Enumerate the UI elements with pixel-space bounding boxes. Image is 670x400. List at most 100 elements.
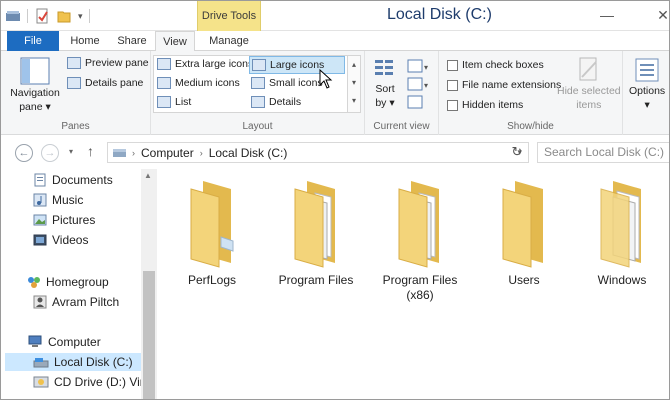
title-bar: ▾ Drive Tools Local Disk (C:) — ✕ (1, 1, 669, 31)
hide-selected-items-button[interactable]: Hide selected items (557, 57, 621, 111)
svg-text:▾: ▾ (424, 81, 428, 90)
navigation-pane-icon (20, 57, 50, 85)
address-row: ← → ▾ ↑ › Computer › Local Disk (C:) ▾ ↻… (1, 137, 669, 169)
properties-icon[interactable] (34, 8, 50, 24)
small-icons-option[interactable]: Small icons (251, 77, 323, 89)
nav-item-cd-drive[interactable]: CD Drive (D:) Virtu (33, 373, 154, 391)
item-check-boxes-option[interactable]: Item check boxes (447, 59, 544, 71)
folder-icon (190, 181, 234, 268)
hidden-items-checkbox[interactable] (447, 99, 458, 111)
size-columns-icon[interactable] (407, 95, 429, 109)
folder-item[interactable]: PerfLogs (164, 177, 260, 288)
tab-file[interactable]: File (7, 31, 59, 51)
close-button[interactable]: ✕ (655, 7, 669, 23)
tab-share[interactable]: Share (113, 31, 151, 51)
scroll-up-icon[interactable]: ▲ (144, 171, 152, 180)
tab-manage[interactable]: Manage (201, 31, 257, 51)
file-list: PerfLogs Program Files Program Files (x8… (158, 169, 669, 399)
panes-group-label: Panes (61, 121, 90, 132)
folder-item[interactable]: Program Files (x86) (372, 177, 468, 303)
add-columns-icon[interactable]: ▾ (407, 77, 429, 91)
folder-item[interactable]: Program Files (268, 177, 364, 288)
folder-icon (398, 181, 439, 268)
preview-pane-label: Preview pane (85, 57, 149, 69)
large-icons-label: Large icons (270, 59, 325, 71)
explorer-app-icon[interactable] (5, 8, 21, 24)
explorer-window: ▾ Drive Tools Local Disk (C:) — ✕ File H… (0, 0, 670, 400)
extra-large-icons-label: Extra large icons (175, 58, 254, 70)
navigation-scrollbar[interactable]: ▲ (141, 169, 157, 399)
nav-item-documents[interactable]: Documents (33, 171, 113, 189)
pictures-icon (33, 214, 47, 226)
ribbon-tabs: File Home Share View Manage (1, 31, 669, 52)
file-name-extensions-option[interactable]: File name extensions (447, 79, 561, 91)
nav-item-label: Local Disk (C:) (54, 355, 133, 369)
breadcrumb-local-disk[interactable]: Local Disk (C:) (209, 146, 288, 160)
navigation-pane-button[interactable]: Navigation pane ▾ (9, 57, 61, 113)
folder-label: Users (508, 273, 540, 287)
medium-icons-option[interactable]: Medium icons (157, 77, 240, 89)
hidden-items-label: Hidden items (462, 99, 524, 111)
svg-text:▾: ▾ (424, 63, 428, 72)
nav-item-pictures[interactable]: Pictures (33, 211, 95, 229)
list-option[interactable]: List (157, 96, 191, 108)
homegroup-icon (28, 277, 40, 288)
drive-tools-context-tab[interactable]: Drive Tools (197, 1, 261, 31)
details-option[interactable]: Details (251, 96, 301, 108)
local-disk-icon (33, 358, 49, 368)
nav-item-videos[interactable]: Videos (33, 231, 88, 249)
options-button[interactable]: Options ▾ (629, 57, 665, 111)
breadcrumb-chevron-icon[interactable]: › (132, 148, 135, 158)
navigation-pane-label: Navigation (10, 87, 60, 99)
large-icons-icon (252, 59, 266, 71)
nav-item-label: Documents (52, 173, 113, 187)
recent-locations-icon[interactable]: ▾ (69, 147, 73, 156)
navigation-pane-label-2: pane ▾ (19, 101, 51, 113)
breadcrumb-chevron-icon[interactable]: › (200, 148, 203, 158)
forward-button[interactable]: → (41, 144, 59, 162)
nav-item-label: Computer (48, 335, 101, 349)
breadcrumb-computer[interactable]: Computer (141, 146, 194, 160)
hidden-items-option[interactable]: Hidden items (447, 99, 523, 111)
preview-pane-button[interactable]: Preview pane (67, 57, 149, 69)
file-name-extensions-checkbox[interactable] (447, 79, 458, 91)
extra-large-icons-icon (157, 58, 171, 70)
videos-icon (33, 234, 47, 246)
folder-item[interactable]: Windows (572, 177, 669, 288)
current-view-group: Sort by ▾ ▾ ▾ Current view (365, 51, 439, 135)
cd-drive-icon (33, 376, 49, 388)
nav-item-local-disk[interactable]: Local Disk (C:) (5, 353, 141, 371)
minimize-button[interactable]: — (599, 7, 615, 23)
details-label: Details (269, 96, 302, 108)
nav-item-label: Avram Piltch (52, 295, 120, 309)
layout-gallery-scroll[interactable]: ▴ ▾ ▾ (347, 55, 361, 113)
address-bar[interactable]: › Computer › Local Disk (C:) ▾ (107, 142, 529, 163)
group-by-icon[interactable]: ▾ (407, 59, 429, 73)
sort-by-label-2: by ▾ (375, 97, 395, 109)
computer-small-icon (113, 148, 126, 157)
folder-item[interactable]: Users (476, 177, 572, 288)
computer-icon (28, 335, 42, 347)
sort-by-button[interactable]: Sort by ▾ (373, 57, 397, 109)
nav-item-computer[interactable]: Computer (27, 333, 101, 351)
scrollbar-thumb[interactable] (143, 271, 155, 399)
folder-icon (294, 181, 335, 268)
back-button[interactable]: ← (15, 144, 33, 162)
item-check-boxes-checkbox[interactable] (447, 59, 458, 71)
nav-item-user[interactable]: Avram Piltch (33, 293, 119, 311)
qat-dropdown-icon[interactable]: ▾ (78, 11, 83, 22)
user-avatar-icon (33, 295, 47, 309)
refresh-icon[interactable]: ↻ (508, 144, 526, 162)
list-label: List (175, 96, 192, 108)
new-folder-icon[interactable] (56, 8, 72, 24)
tab-home[interactable]: Home (67, 31, 103, 51)
tab-view[interactable]: View (155, 31, 195, 52)
search-input[interactable]: Search Local Disk (C:) (537, 142, 669, 163)
navigation-pane-label-line2: pane (19, 101, 43, 113)
nav-item-homegroup[interactable]: Homegroup (27, 273, 109, 291)
details-pane-button[interactable]: Details pane (67, 77, 143, 89)
up-arrow-icon[interactable]: ↑ (87, 143, 94, 159)
nav-item-label: Videos (52, 233, 89, 247)
nav-item-music[interactable]: Music (33, 191, 83, 209)
extra-large-icons-option[interactable]: Extra large icons (157, 58, 253, 70)
